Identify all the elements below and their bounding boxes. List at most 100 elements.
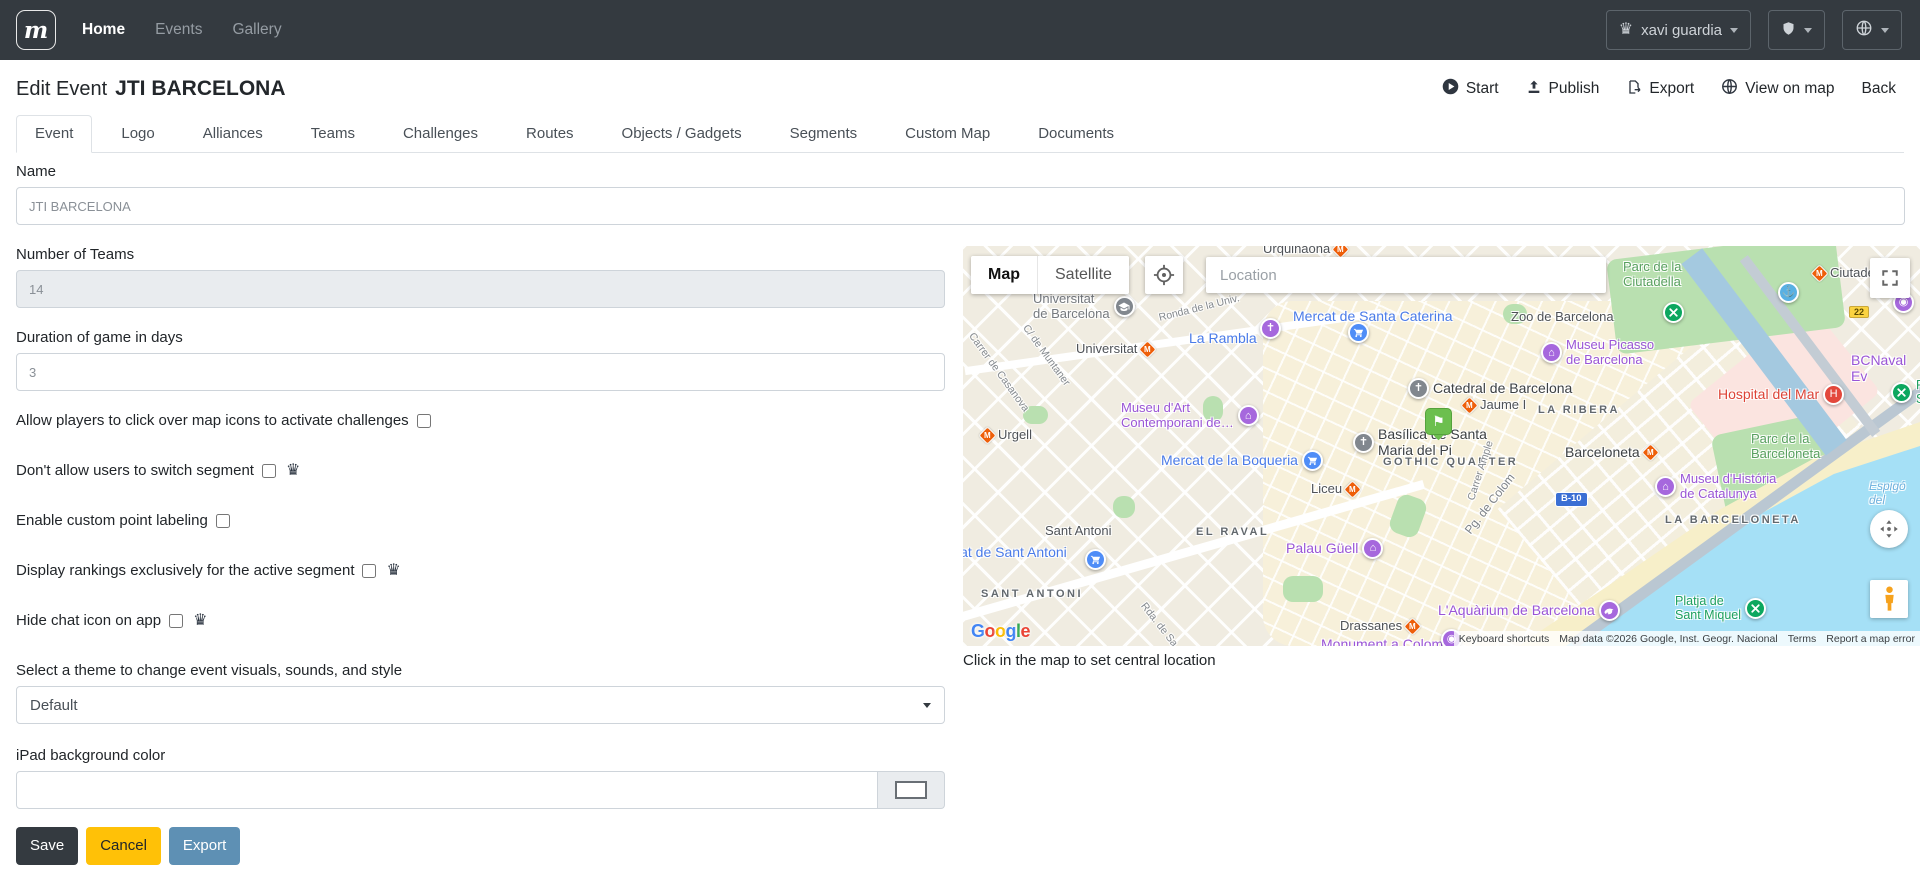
nav-link-home[interactable]: Home <box>82 21 125 39</box>
crown-icon: ♛ <box>1619 22 1633 38</box>
color-swatch <box>895 781 927 799</box>
globe-icon <box>1855 19 1873 41</box>
tab-segments[interactable]: Segments <box>771 115 877 153</box>
start-button[interactable]: Start <box>1442 78 1499 100</box>
metro-icon: M <box>978 426 996 444</box>
map-label-text: L'Aquàrium de Barcelona <box>1438 602 1595 618</box>
tab-challenges[interactable]: Challenges <box>384 115 497 153</box>
poi-icon: ⌂ <box>1238 405 1259 426</box>
hide-chat-icon-checkbox[interactable] <box>169 614 183 628</box>
map-label-text: Museu Picasso de Barcelona <box>1566 338 1654 368</box>
save-button[interactable]: Save <box>16 827 78 865</box>
color-picker-button[interactable] <box>878 771 945 809</box>
allow-click-challenges-checkbox[interactable] <box>417 414 431 428</box>
google-logo[interactable]: Google <box>971 621 1030 642</box>
admin-menu-button[interactable] <box>1768 10 1825 50</box>
map-label-text: La Rambla <box>1189 330 1257 346</box>
metro-icon: M <box>1810 264 1828 282</box>
church-marker-icon: ✝ <box>1260 318 1281 339</box>
tab-documents[interactable]: Documents <box>1019 115 1133 153</box>
edit-event-page: m Home Events Gallery ♛ xavi guardia Edi… <box>0 0 1920 877</box>
enable-custom-point-labeling-checkbox[interactable] <box>216 514 230 528</box>
chevron-down-icon <box>1881 28 1889 33</box>
tab-custom-map[interactable]: Custom Map <box>886 115 1009 153</box>
tab-alliances[interactable]: Alliances <box>184 115 282 153</box>
checkbox-row-hide-chat-icon: Hide chat icon on app ♛ <box>16 612 945 629</box>
map-label-text: Urgell <box>998 428 1032 443</box>
dont-allow-switch-segment-checkbox[interactable] <box>262 464 276 478</box>
tab-teams[interactable]: Teams <box>292 115 374 153</box>
my-location-button[interactable] <box>1145 256 1183 294</box>
name-input[interactable] <box>16 187 1905 225</box>
duration-label: Duration of game in days <box>16 329 945 346</box>
map-attribution-item-3[interactable]: Report a map error <box>1821 633 1920 645</box>
poi-icon: ✝ <box>1408 378 1429 399</box>
map-attribution-item-0[interactable]: Keyboard shortcuts <box>1454 633 1554 645</box>
location-search-input[interactable] <box>1206 257 1606 293</box>
poi-icon <box>1114 296 1135 317</box>
export-button[interactable]: Export <box>169 827 240 865</box>
map-type-map-button[interactable]: Map <box>971 256 1037 294</box>
number-of-teams-input <box>16 270 945 308</box>
fullscreen-button[interactable] <box>1870 258 1910 298</box>
map-label-text: Mercat de Santa Caterina <box>1293 308 1453 324</box>
page-header: Edit Event JTI BARCELONA Start Publish E… <box>0 60 1920 113</box>
port-marker-icon: ⚓ <box>1778 282 1799 303</box>
display-rankings-active-segment-checkbox[interactable] <box>362 564 376 578</box>
map-label: 22 <box>1849 306 1869 318</box>
pan-button[interactable] <box>1870 510 1908 548</box>
checkbox-label: Allow players to click over map icons to… <box>16 412 409 429</box>
map-label: GOTHIC QUARTER <box>1383 456 1518 469</box>
poi-icon <box>1745 598 1766 619</box>
cancel-button[interactable]: Cancel <box>86 827 161 865</box>
export-header-button[interactable]: Export <box>1626 79 1694 100</box>
navbar-right: ♛ xavi guardia <box>1606 10 1902 50</box>
chevron-down-icon <box>1730 28 1738 33</box>
tab-routes[interactable]: Routes <box>507 115 593 153</box>
view-on-map-button[interactable]: View on map <box>1721 78 1834 100</box>
map-type-satellite-button[interactable]: Satellite <box>1037 256 1129 294</box>
app-logo[interactable]: m <box>16 10 56 50</box>
theme-select[interactable]: Default <box>16 686 945 724</box>
map[interactable]: ⚑ Map Satellite <box>963 246 1920 646</box>
chevron-down-icon <box>923 703 931 708</box>
checkbox-row-activate-challenges: Allow players to click over map icons to… <box>16 412 945 429</box>
nav-links: Home Events Gallery <box>82 21 282 39</box>
tab-objects-gadgets[interactable]: Objects / Gadgets <box>603 115 761 153</box>
map-label: MCiutade <box>1813 266 1875 281</box>
map-label: Espigó del <box>1869 480 1920 508</box>
poi-icon <box>1348 322 1369 343</box>
event-location-marker[interactable]: ⚑ <box>1425 408 1452 435</box>
ipad-background-color-input[interactable] <box>16 771 878 809</box>
map-label-text: Monument a Colom <box>1321 636 1443 646</box>
map-label-text: Zoo de Barcelona <box>1511 310 1614 325</box>
user-menu-button[interactable]: ♛ xavi guardia <box>1606 10 1751 50</box>
pegman-button[interactable] <box>1870 580 1908 618</box>
tab-logo[interactable]: Logo <box>102 115 173 153</box>
publish-button[interactable]: Publish <box>1526 79 1600 100</box>
map-label-text: GOTHIC QUARTER <box>1383 456 1518 469</box>
map-label: Palau Güell⌂ <box>1286 538 1383 559</box>
nav-link-gallery[interactable]: Gallery <box>232 21 281 39</box>
user-name: xavi guardia <box>1641 22 1722 39</box>
poi-icon: ✝ <box>1353 432 1374 453</box>
back-button[interactable]: Back <box>1862 80 1896 98</box>
language-menu-button[interactable] <box>1842 10 1902 50</box>
map-label-text: B-10 <box>1561 494 1582 505</box>
map-label: LiceuM <box>1311 482 1359 497</box>
tab-event[interactable]: Event <box>16 115 92 153</box>
ipad-color-field-group: iPad background color <box>16 747 945 809</box>
map-label-text: Espigó del <box>1869 480 1920 508</box>
shield-icon <box>1781 20 1796 41</box>
duration-input[interactable] <box>16 353 945 391</box>
nav-link-events[interactable]: Events <box>155 21 202 39</box>
teams-field-group: Number of Teams <box>16 246 945 308</box>
file-export-icon <box>1626 79 1642 100</box>
map-label: DrassanesM <box>1340 619 1419 634</box>
crown-icon: ♛ <box>386 563 400 579</box>
map-caption: Click in the map to set central location <box>963 652 1920 669</box>
export-header-label: Export <box>1649 80 1694 98</box>
map-label-text: Mercat de la Boqueria <box>1161 452 1298 468</box>
map-attribution-item-2[interactable]: Terms <box>1783 633 1822 645</box>
map-label-text: Hospital del Mar <box>1718 386 1819 402</box>
